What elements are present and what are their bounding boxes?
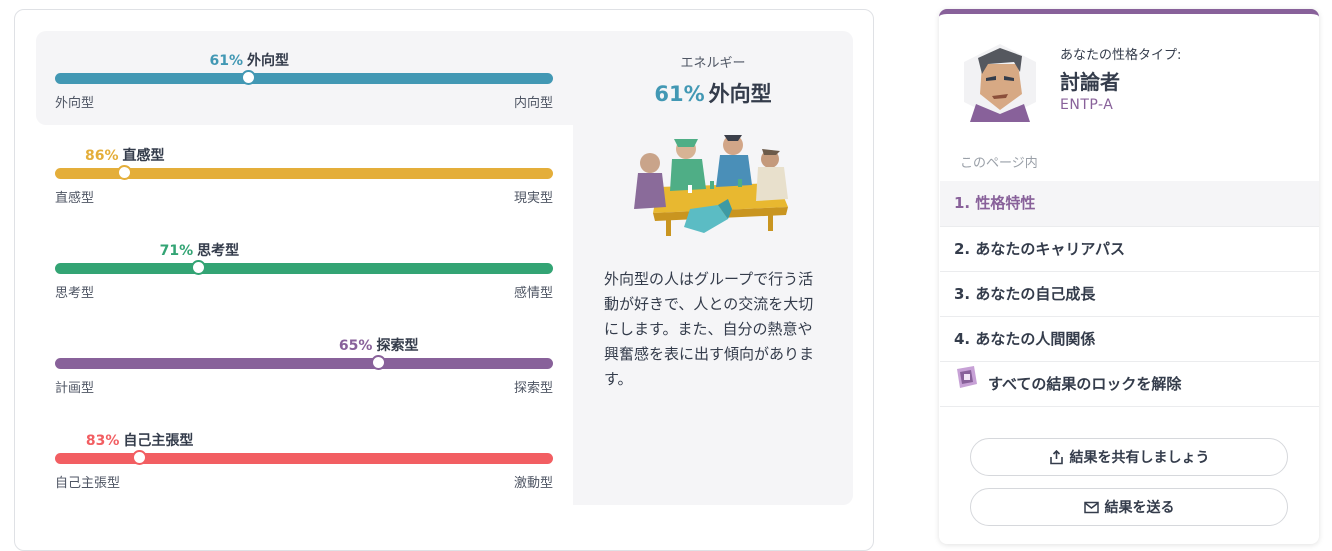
share-results-label: 結果を共有しましょう (1069, 450, 1210, 466)
share-icon (1049, 449, 1063, 464)
toc-item-relationships[interactable]: 4. あなたの人間関係 (940, 316, 1319, 361)
trait-right-label: 感情型 (513, 286, 553, 301)
detail-headline: 61% 外向型 (573, 78, 853, 108)
trait-percent: 65% (338, 338, 373, 354)
toc-item-label: 4. あなたの人間関係 (954, 330, 1096, 348)
trait-left-label: 自己主張型 (55, 476, 121, 491)
trait-name: 外向型 (246, 53, 289, 69)
mail-icon (1083, 501, 1099, 513)
trait-slider-mind[interactable]: 86% 直感型 直感型 現実型 (55, 145, 553, 215)
type-name: 討論者 (1060, 70, 1120, 94)
toc-item-label: 2. あなたのキャリアパス (954, 240, 1126, 258)
trait-percent-label: 83% 自己主張型 (86, 430, 194, 450)
detail-percent: 61% (654, 82, 705, 106)
send-results-button[interactable]: 結果を送る (970, 488, 1288, 526)
trait-percent: 71% (159, 243, 194, 259)
toc-heading: このページ内 (960, 156, 1038, 171)
trait-slider-identity[interactable]: 83% 自己主張型 自己主張型 激動型 (55, 430, 553, 500)
trait-right-label: 現実型 (513, 191, 553, 206)
trait-bar (55, 358, 553, 369)
trait-bar (55, 263, 553, 274)
trait-percent: 83% (85, 433, 120, 449)
trait-percent: 86% (84, 148, 119, 164)
trait-right-label: 激動型 (513, 476, 553, 491)
toc-item-label: 3. あなたの自己成長 (954, 285, 1096, 303)
trait-percent-label: 86% 直感型 (85, 145, 165, 165)
trait-right-label: 内向型 (513, 96, 553, 111)
toc-item-label: 1. 性格特性 (954, 194, 1036, 212)
trait-right-label: 探索型 (513, 381, 553, 396)
trait-bar (55, 453, 553, 464)
unlock-icon (954, 363, 980, 407)
trait-slider-knob[interactable] (370, 355, 386, 370)
trait-slider-knob[interactable] (131, 450, 147, 465)
toc-item-personality-traits[interactable]: 1. 性格特性 (940, 181, 1319, 226)
toc-item-label: すべての結果のロックを解除 (988, 375, 1182, 393)
trait-bar (55, 73, 553, 84)
send-results-label: 結果を送る (1104, 500, 1175, 516)
type-code: ENTP-A (1060, 97, 1114, 113)
trait-left-label: 計画型 (55, 381, 95, 396)
detail-trait-name: 外向型 (708, 82, 772, 106)
detail-description: 外向型の人はグループで行う活動が好きで、人との交流を大切にします。また、自分の熱… (604, 270, 815, 388)
trait-percent: 61% (209, 53, 243, 69)
avatar (964, 44, 1036, 122)
toc-item-unlock-all[interactable]: すべての結果のロックを解除 (940, 361, 1319, 406)
trait-slider-energy[interactable]: 61% 外向型 外向型 内向型 (55, 50, 553, 120)
trait-left-label: 思考型 (55, 286, 95, 301)
share-results-button[interactable]: 結果を共有しましょう (970, 438, 1288, 476)
type-kicker: あなたの性格タイプ: (1060, 48, 1182, 63)
group-discussion-illustration (634, 135, 788, 236)
detail-kicker: エネルギー (680, 56, 746, 71)
divider (940, 406, 1319, 407)
trait-slider-nature[interactable]: 71% 思考型 思考型 感情型 (55, 240, 553, 310)
trait-percent-label: 71% 思考型 (160, 240, 240, 260)
trait-slider-knob[interactable] (116, 165, 132, 180)
trait-name: 思考型 (197, 243, 240, 259)
trait-name: 自己主張型 (123, 433, 194, 449)
trait-left-label: 外向型 (55, 96, 95, 111)
trait-name: 探索型 (376, 338, 419, 354)
trait-percent-label: 61% 外向型 (209, 50, 289, 70)
trait-percent-label: 65% 探索型 (339, 335, 419, 355)
trait-name: 直感型 (122, 148, 165, 164)
trait-slider-tactics[interactable]: 65% 探索型 計画型 探索型 (55, 335, 553, 405)
trait-left-label: 直感型 (55, 191, 95, 206)
toc-item-personal-growth[interactable]: 3. あなたの自己成長 (940, 271, 1319, 316)
toc-item-career-path[interactable]: 2. あなたのキャリアパス (940, 226, 1319, 271)
